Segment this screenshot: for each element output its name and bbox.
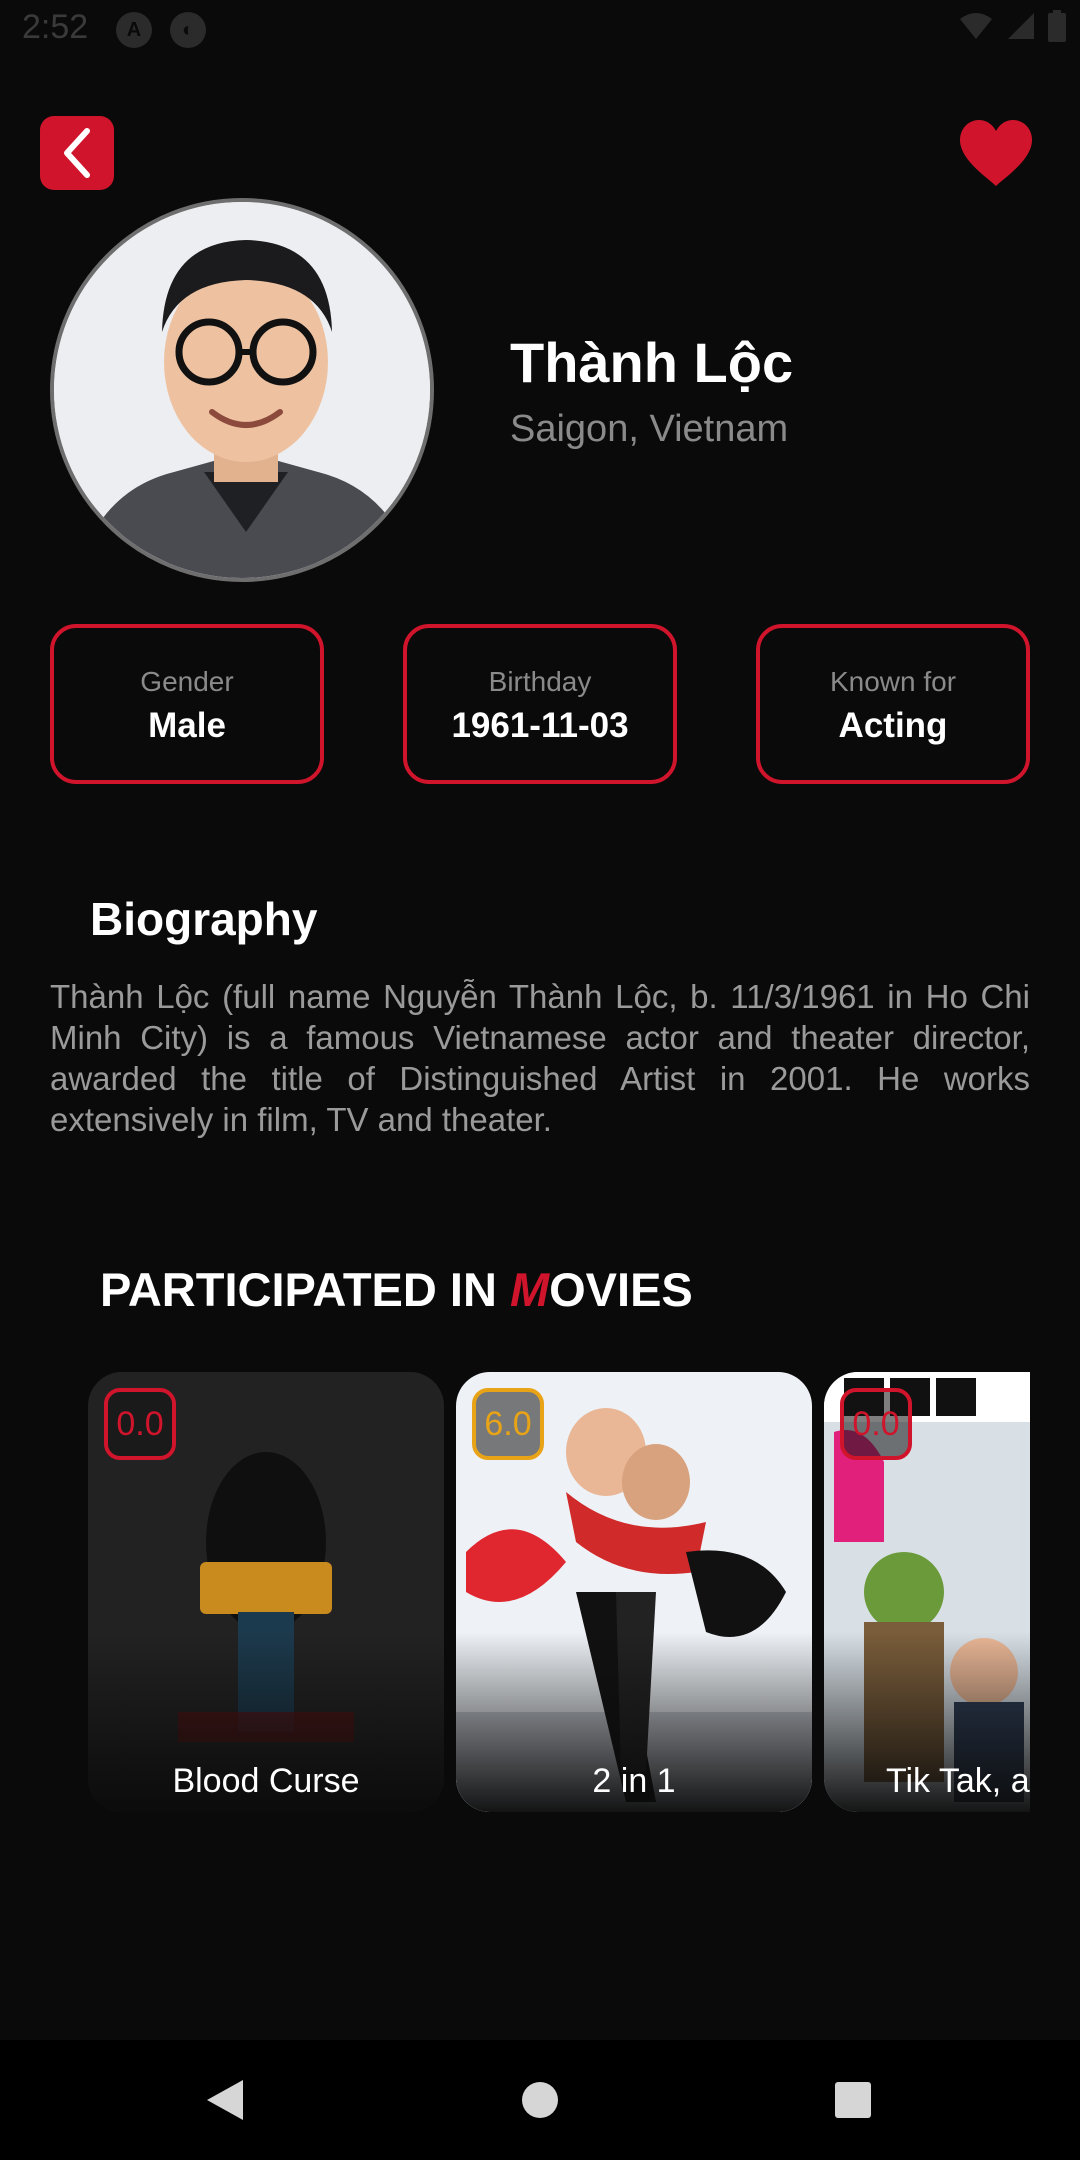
movies-title-prefix: PARTICIPATED IN <box>100 1263 510 1316</box>
back-triangle-icon <box>207 2080 243 2120</box>
notification-circle-icon: ◐ <box>170 12 206 48</box>
movie-card-tik-tak[interactable]: 0.0 Tik Tak, a <box>824 1372 1030 1812</box>
birthday-card: Birthday 1961-11-03 <box>403 624 677 784</box>
heart-icon <box>960 120 1032 186</box>
movie-card-blood-curse[interactable]: 0.0 Blood Curse <box>88 1372 444 1812</box>
movies-title-suffix: OVIES <box>549 1263 693 1316</box>
biography-text: Thành Lộc (full name Nguyễn Thành Lộc, b… <box>50 978 1030 1138</box>
nav-recents-button[interactable] <box>808 2040 898 2160</box>
gender-card: Gender Male <box>50 624 324 784</box>
gender-label: Gender <box>140 666 234 697</box>
actor-avatar <box>50 198 434 582</box>
rating-badge: 0.0 <box>104 1388 176 1460</box>
known-for-card: Known for Acting <box>756 624 1030 784</box>
movie-carousel[interactable]: 0.0 Blood Curse 6.0 2 in 1 0.0 Tik Tak, … <box>88 1372 1030 1822</box>
known-for-label: Known for <box>829 666 957 697</box>
nav-home-button[interactable] <box>495 2040 585 2160</box>
birthday-value: 1961-11-03 <box>451 706 629 745</box>
movie-title: Tik Tak, a <box>886 1762 1030 1800</box>
actor-place-of-birth: Saigon, Vietnam <box>510 408 789 450</box>
battery-icon <box>1048 10 1066 42</box>
recents-square-icon <box>835 2082 871 2118</box>
actor-photo <box>54 202 430 578</box>
movies-section-title: PARTICIPATED IN MOVIES <box>100 1262 693 1317</box>
status-time: 2:52 <box>22 8 89 46</box>
status-bar: 2:52 A ◐ <box>0 0 1080 60</box>
movie-title: 2 in 1 <box>592 1762 676 1800</box>
home-circle-icon <box>522 2082 558 2118</box>
rating-badge: 0.0 <box>840 1388 912 1460</box>
movie-card-2-in-1[interactable]: 6.0 2 in 1 <box>456 1372 812 1812</box>
birthday-label: Birthday <box>488 666 592 697</box>
biography-title: Biography <box>90 893 318 945</box>
movie-title: Blood Curse <box>172 1762 360 1800</box>
wifi-icon <box>960 13 992 39</box>
chevron-left-icon <box>64 128 90 178</box>
movies-title-accent: M <box>509 1263 550 1316</box>
notification-a-icon: A <box>116 12 152 48</box>
nav-back-button[interactable] <box>180 2040 270 2160</box>
gender-value: Male <box>148 706 226 745</box>
actor-name: Thành Lộc <box>510 331 794 394</box>
back-button[interactable] <box>40 116 114 190</box>
known-for-value: Acting <box>838 706 948 745</box>
actor-detail-screen: 2:52 A ◐ Thành Lộc Saigon, Vietnam Gende… <box>0 0 1080 2160</box>
signal-icon <box>1008 13 1034 39</box>
status-icons <box>958 10 1066 42</box>
rating-badge: 6.0 <box>472 1388 544 1460</box>
favorite-button[interactable] <box>958 118 1034 188</box>
system-nav-bar <box>0 2040 1080 2160</box>
